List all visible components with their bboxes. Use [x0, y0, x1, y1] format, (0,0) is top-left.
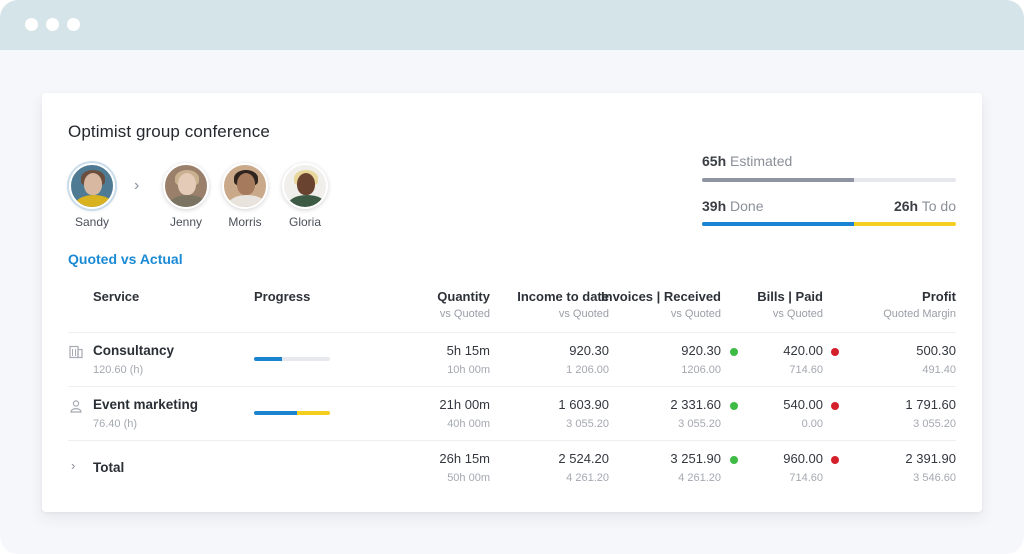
window-minimize-button[interactable]	[46, 18, 59, 31]
progress-bar	[254, 411, 330, 415]
window-close-button[interactable]	[25, 18, 38, 31]
table-row[interactable]: Consultancy 120.60 (h) 5h 15m 10h 00m 920…	[68, 333, 956, 387]
service-name: Event marketing	[93, 397, 199, 412]
service-rate: 120.60 (h)	[93, 364, 144, 376]
hours-summary: 65h Estimated 39h Done 26h To do	[702, 153, 956, 226]
header-quantity[interactable]: Quantity vs Quoted	[437, 289, 490, 320]
service-name: Consultancy	[93, 343, 175, 358]
section-title[interactable]: Quoted vs Actual	[68, 251, 183, 267]
total-quantity-cell: 26h 15m 50h 00m	[439, 451, 490, 484]
building-icon	[69, 345, 83, 359]
app-window: Optimist group conference Sandy › Jenny	[0, 0, 1024, 554]
project-title: Optimist group conference	[68, 122, 270, 141]
estimated-bar	[702, 178, 956, 182]
window-titlebar	[0, 0, 1024, 50]
team-member-name: Gloria	[288, 215, 321, 229]
invoices-status-dot	[730, 402, 738, 410]
total-label-cell: Total	[93, 460, 124, 475]
expand-chevron-icon[interactable]: ›	[71, 458, 75, 473]
done-todo-bar	[702, 222, 956, 226]
bills-status-dot	[831, 456, 839, 464]
total-invoices-cell: 3 251.90 4 261.20	[670, 451, 721, 484]
bills-status-dot	[831, 402, 839, 410]
service-rate: 76.40 (h)	[93, 418, 138, 430]
estimated-hours: 65h Estimated	[702, 153, 956, 169]
profit-cell: 1 791.60 3 055.20	[905, 397, 956, 430]
progress-done-segment	[254, 357, 283, 361]
estimated-bar-fill	[702, 178, 855, 182]
done-hours: 39h Done	[702, 198, 763, 214]
total-row[interactable]: › Total 26h 15m 50h 00m 2 524.20 4 261.20 …	[68, 441, 956, 495]
header-progress[interactable]: Progress	[254, 289, 310, 304]
total-label: Total	[93, 460, 125, 475]
done-hours-label: Done	[730, 198, 764, 214]
avatar-gloria	[282, 163, 328, 209]
progress-done-segment	[254, 411, 298, 415]
total-profit-cell: 2 391.90 3 546.60	[905, 451, 956, 484]
todo-hours-value: 26h	[893, 198, 919, 214]
table-row[interactable]: Event marketing 76.40 (h) 21h 00m 40h 00m…	[68, 387, 956, 441]
window-maximize-button[interactable]	[67, 18, 80, 31]
team-member-name: Morris	[228, 215, 262, 229]
header-invoices[interactable]: Invoices | Received vs Quoted	[601, 289, 721, 320]
team-member-name: Jenny	[169, 215, 203, 229]
quoted-vs-actual-table: Service Progress Quantity vs Quoted Incom…	[68, 283, 956, 495]
team-member[interactable]: Jenny	[156, 163, 216, 229]
invoices-status-dot	[730, 456, 738, 464]
income-cell: 1 603.90 3 055.20	[558, 397, 609, 430]
profit-cell: 500.30 491.40	[916, 343, 956, 376]
income-cell: 920.30 1 206.00	[566, 343, 609, 376]
service-cell: Event marketing 76.40 (h)	[93, 397, 198, 430]
header-service[interactable]: Service	[93, 289, 139, 304]
quantity-cell: 21h 00m 40h 00m	[439, 397, 490, 430]
service-cell: Consultancy 120.60 (h)	[93, 343, 174, 376]
bills-cell: 420.00 714.60	[783, 343, 823, 376]
avatar-morris	[222, 163, 268, 209]
avatar-sandy	[69, 163, 115, 209]
total-bills-cell: 960.00 714.60	[783, 451, 823, 484]
bills-cell: 540.00 0.00	[783, 397, 823, 430]
estimated-hours-label: Estimated	[730, 153, 793, 169]
quantity-cell: 5h 15m 10h 00m	[446, 343, 490, 376]
invoices-cell: 2 331.60 3 055.20	[670, 397, 721, 430]
header-profit[interactable]: Profit Quoted Margin	[883, 289, 956, 320]
header-income[interactable]: Income to date vs Quoted	[517, 289, 609, 320]
bills-status-dot	[831, 348, 839, 356]
progress-bar	[254, 357, 330, 361]
avatar-jenny	[163, 163, 209, 209]
done-hours-value: 39h	[702, 198, 727, 214]
done-bar-fill	[702, 222, 855, 226]
invoices-status-dot	[730, 348, 738, 356]
todo-hours-label: To do	[921, 198, 956, 214]
team-lead[interactable]: Sandy	[62, 163, 122, 229]
team-lead-name: Sandy	[74, 215, 110, 229]
team-member[interactable]: Gloria	[275, 163, 335, 229]
table-header: Service Progress Quantity vs Quoted Incom…	[68, 283, 956, 333]
project-card: Optimist group conference Sandy › Jenny	[42, 93, 982, 512]
todo-hours: 26h To do	[894, 198, 956, 214]
estimated-hours-value: 65h	[702, 153, 727, 169]
header-bills[interactable]: Bills | Paid vs Quoted	[757, 289, 823, 320]
total-income-cell: 2 524.20 4 261.20	[558, 451, 609, 484]
team-member[interactable]: Morris	[215, 163, 275, 229]
person-icon	[70, 400, 82, 413]
invoices-cell: 920.30 1206.00	[681, 343, 721, 376]
progress-over-segment	[297, 411, 330, 415]
chevron-right-icon: ›	[134, 177, 140, 194]
